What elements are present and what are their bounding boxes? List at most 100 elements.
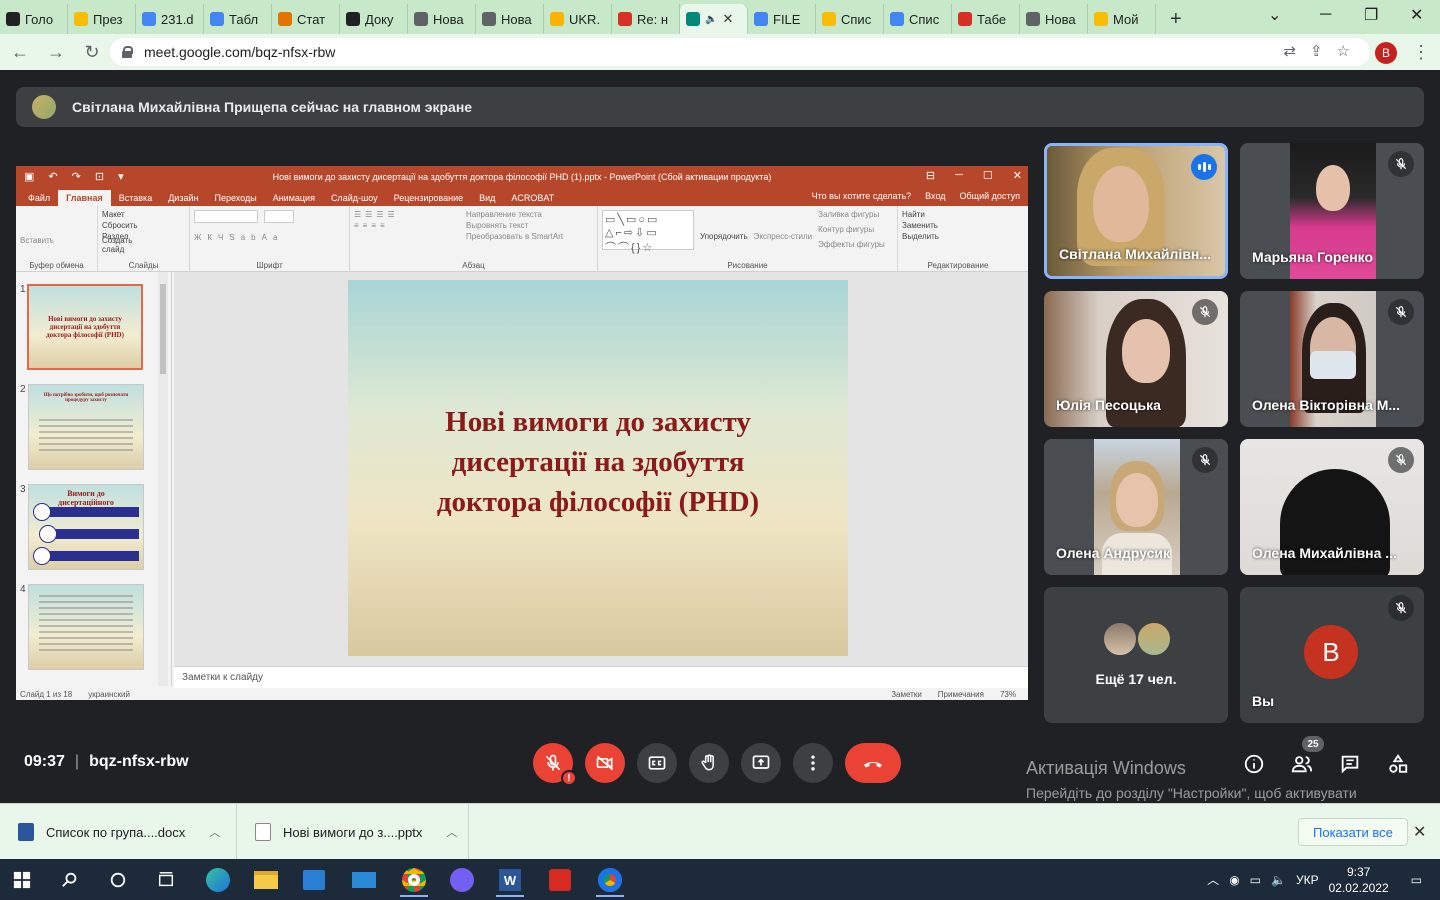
people-button[interactable] <box>1288 750 1316 778</box>
paste-button: Вставить <box>20 236 54 245</box>
chrome-icon[interactable] <box>392 863 436 897</box>
browser-tab[interactable]: Нова <box>1020 4 1088 34</box>
share-icon[interactable]: ⇪ <box>1310 42 1323 60</box>
cortana-icon[interactable] <box>96 863 140 897</box>
font-name-box <box>194 210 258 223</box>
language-indicator[interactable]: УКР <box>1296 873 1319 887</box>
translate-icon[interactable]: ⇄ <box>1283 42 1296 60</box>
browser-tab[interactable]: Стат <box>272 4 340 34</box>
tab-title: 231.d <box>161 11 194 27</box>
browser-tab[interactable]: Голо <box>0 4 68 34</box>
address-bar[interactable]: meet.google.com/bqz-nfsx-rbw ⇄ ⇪ ☆ <box>110 38 1370 66</box>
browser-tab[interactable]: Нова <box>476 4 544 34</box>
tab-audio-icon[interactable]: 🔈 <box>705 14 717 25</box>
sign-in: Вход <box>925 191 946 201</box>
browser-tab[interactable]: Re: н <box>612 4 680 34</box>
leave-call-button[interactable] <box>845 743 901 783</box>
reload-icon[interactable]: ↻ <box>76 42 108 63</box>
present-now-button[interactable] <box>741 743 781 783</box>
chrome-icon <box>414 12 428 26</box>
forward-icon[interactable]: → <box>40 42 72 63</box>
browser-tab[interactable]: Доку <box>340 4 408 34</box>
chevron-up-icon[interactable]: ︿ <box>446 824 457 840</box>
browser-tab[interactable]: Нова <box>408 4 476 34</box>
browser-tab[interactable]: 🔈 ✕ <box>680 4 748 34</box>
task-view-icon[interactable] <box>144 863 188 897</box>
acrobat-icon[interactable] <box>538 863 582 897</box>
captions-button[interactable] <box>637 743 677 783</box>
raise-hand-button[interactable] <box>689 743 729 783</box>
bookmark-star-icon[interactable]: ☆ <box>1337 42 1350 60</box>
browser-tab[interactable]: Табл <box>204 4 272 34</box>
file-explorer-icon[interactable] <box>244 863 288 897</box>
more-participants-tile[interactable]: Ещё 17 чел. <box>1044 587 1228 723</box>
edge-icon[interactable] <box>196 863 240 897</box>
new-tab-button[interactable]: + <box>1156 4 1196 34</box>
self-tile[interactable]: B Вы <box>1240 587 1424 723</box>
url-text[interactable]: meet.google.com/bqz-nfsx-rbw <box>144 44 335 60</box>
meeting-time: 09:37 <box>24 753 65 770</box>
slide-counter: Слайд 1 из 18 <box>20 689 73 699</box>
chevron-up-icon[interactable]: ︿ <box>209 824 220 840</box>
save-icon: ▣ <box>24 171 35 183</box>
network-icon[interactable]: ▭ <box>1250 873 1261 887</box>
search-icon[interactable] <box>48 863 92 897</box>
browser-tab[interactable]: UKR. <box>544 4 612 34</box>
current-slide: Нові вимоги до захисту дисертації на здо… <box>348 280 848 656</box>
ppt-statusbar: Слайд 1 из 18 украинский Заметки Примеча… <box>16 688 1028 700</box>
toggle-camera-button[interactable] <box>585 743 625 783</box>
ppt-titlebar: ▣ ↶ ↷ ⊡ ▾ Нові вимоги до захисту дисерта… <box>16 166 1028 188</box>
language-indicator: украинский <box>88 689 130 699</box>
camera-off-icon <box>596 755 614 771</box>
word-icon[interactable]: W <box>488 863 532 897</box>
thumb-title: Нові вимоги до захисту дисертації на здо… <box>46 315 124 339</box>
browser-tab[interactable]: 231.d <box>136 4 204 34</box>
store-icon[interactable] <box>292 863 336 897</box>
meet-tray-icon[interactable]: ◉ <box>1229 873 1239 887</box>
download-item[interactable]: Нові вимоги до з....pptx ︿ <box>237 804 469 860</box>
activities-button[interactable] <box>1384 750 1412 778</box>
maximize-button[interactable]: ❐ <box>1364 0 1378 30</box>
participant-tile[interactable]: Марьяна Горенко <box>1240 143 1424 279</box>
browser-tab[interactable]: Спис <box>816 4 884 34</box>
tab-search-button[interactable]: ⌄ <box>1268 0 1281 30</box>
chat-button[interactable] <box>1336 750 1364 778</box>
font-group-name: Шрифт <box>256 261 283 270</box>
taskbar-clock[interactable]: 9:37 02.02.2022 <box>1329 864 1389 896</box>
viber-icon[interactable] <box>440 863 484 897</box>
close-window-button[interactable]: ✕ <box>1410 0 1423 30</box>
volume-icon[interactable]: 🔈 <box>1271 873 1286 887</box>
tab-close-icon[interactable]: ✕ <box>722 11 733 27</box>
toggle-mic-button[interactable]: ! <box>533 743 577 786</box>
docs-icon <box>754 12 768 26</box>
browser-tab[interactable]: FILE <box>748 4 816 34</box>
windows-start-icon[interactable] <box>0 863 44 897</box>
participant-tile[interactable]: Олена Михайлівна ... <box>1240 439 1424 575</box>
mic-off-icon <box>1192 447 1218 473</box>
browser-tab[interactable]: През <box>68 4 136 34</box>
browser-menu-icon[interactable]: ⋮ <box>1412 42 1430 63</box>
participant-tile[interactable]: Світлана Михайлівн... <box>1044 143 1228 279</box>
profile-avatar[interactable]: B <box>1375 42 1397 64</box>
self-avatar: B <box>1304 625 1358 679</box>
chrome-profile-icon[interactable] <box>588 863 632 897</box>
slide-editor: Нові вимоги до захисту дисертації на здо… <box>174 272 1028 666</box>
close-icon[interactable]: ✕ <box>1413 822 1426 842</box>
notifications-icon[interactable]: ▭ <box>1411 873 1422 887</box>
meeting-details-button[interactable] <box>1240 750 1268 778</box>
mail-icon[interactable] <box>342 863 386 897</box>
browser-tab[interactable]: Мой <box>1088 4 1156 34</box>
article-icon <box>278 12 292 26</box>
participant-tile[interactable]: Юлія Песоцька <box>1044 291 1228 427</box>
minimize-button[interactable]: ─ <box>1320 0 1331 30</box>
back-icon[interactable]: ← <box>4 42 36 63</box>
participant-tile[interactable]: Олена Андрусик <box>1044 439 1228 575</box>
browser-tab[interactable]: Табе <box>952 4 1020 34</box>
show-all-downloads-button[interactable]: Показати все <box>1298 818 1408 846</box>
more-options-button[interactable] <box>793 743 833 783</box>
chevron-up-icon[interactable]: ︿ <box>1207 871 1219 888</box>
participant-tile[interactable]: Олена Вікторівна М... <box>1240 291 1424 427</box>
download-item[interactable]: Список по група....docx ︿ <box>0 804 237 860</box>
browser-tab[interactable]: Спис <box>884 4 952 34</box>
participant-name: Марьяна Горенко <box>1252 249 1374 265</box>
